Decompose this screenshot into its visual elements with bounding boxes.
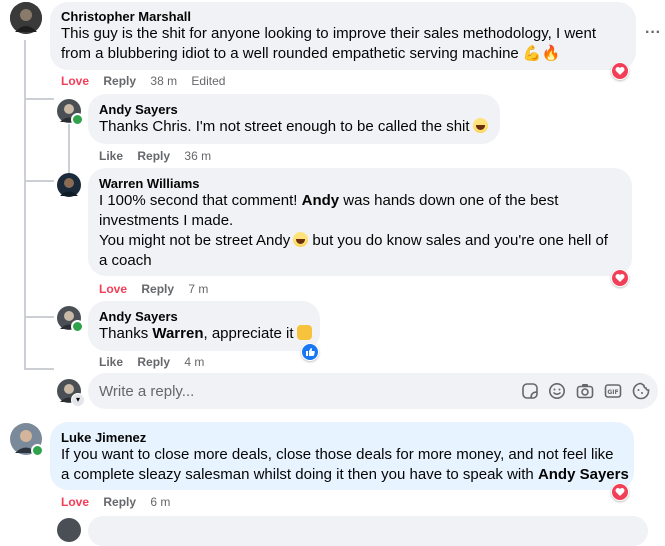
thread-branch: [24, 316, 54, 318]
comment-text-line: a coach: [99, 252, 152, 269]
fist-emoji-icon: [296, 325, 312, 340]
mention[interactable]: Warren: [152, 325, 203, 342]
comment-actions: Like Reply 4 m: [99, 355, 215, 369]
timestamp[interactable]: 4 m: [184, 355, 204, 369]
love-button[interactable]: Love: [61, 74, 89, 88]
comment-text-line: I 100% second that comment! Andy was han…: [99, 192, 559, 209]
like-button[interactable]: Like: [99, 355, 123, 369]
avatar[interactable]: [10, 423, 44, 457]
online-status-dot: [71, 320, 84, 333]
comment-author[interactable]: Luke Jimenez: [61, 430, 146, 445]
thread-line: [24, 40, 26, 370]
avatar[interactable]: [57, 518, 81, 542]
online-status-dot: [71, 113, 84, 126]
comment-text: This guy is the shit for anyone looking …: [61, 24, 631, 64]
avatar-sticker-icon[interactable]: [632, 382, 650, 404]
comment-actions: Love Reply 6 m: [61, 495, 181, 509]
comment-text-line: investments I made.: [99, 212, 234, 229]
comment-text-line: You might not be street Andy but you do …: [99, 232, 608, 249]
laughing-emoji-icon: [293, 232, 309, 247]
comment-text-line: from a blubbering idiot to a well rounde…: [61, 45, 561, 62]
comment-author[interactable]: Andy Sayers: [99, 102, 178, 117]
like-reaction-icon[interactable]: [301, 343, 319, 361]
timestamp[interactable]: 7 m: [188, 282, 208, 296]
comment-text-line: a complete sleazy salesman whilst doing …: [61, 466, 629, 483]
thread-branch: [24, 368, 54, 370]
comment-text-line: This guy is the shit for anyone looking …: [61, 25, 596, 42]
love-reaction-icon[interactable]: [611, 62, 629, 80]
comment-author[interactable]: Andy Sayers: [99, 309, 178, 324]
edited-label: Edited: [191, 74, 226, 88]
timestamp[interactable]: 36 m: [184, 149, 211, 163]
comment-text: Thanks Chris. I'm not street enough to b…: [99, 117, 488, 137]
love-button[interactable]: Love: [99, 282, 127, 296]
comment-text: I 100% second that comment! Andy was han…: [99, 191, 629, 271]
comment-bubble: [88, 516, 648, 546]
emoji-icon[interactable]: [548, 382, 566, 404]
thread-branch: [24, 98, 54, 100]
comment-author[interactable]: Christopher Marshall: [61, 9, 191, 24]
reply-button[interactable]: Reply: [141, 282, 174, 296]
comment-text-content: Thanks Chris. I'm not street enough to b…: [99, 118, 470, 135]
gif-icon[interactable]: GIF: [604, 382, 622, 404]
comment-actions: Like Reply 36 m: [99, 149, 222, 163]
more-icon[interactable]: ···: [645, 24, 661, 42]
avatar[interactable]: [57, 173, 81, 197]
svg-text:GIF: GIF: [607, 389, 618, 396]
comment-text-line: If you want to close more deals, close t…: [61, 446, 614, 463]
sticker-icon[interactable]: [521, 382, 539, 404]
timestamp[interactable]: 38 m: [150, 74, 177, 88]
comment-actions: Love Reply 7 m: [99, 282, 219, 296]
mention[interactable]: Andy Sayers: [538, 466, 629, 483]
reply-button[interactable]: Reply: [103, 74, 136, 88]
nested-thread-line: [68, 124, 70, 176]
reply-input[interactable]: Write a reply...: [99, 383, 194, 400]
reply-button[interactable]: Reply: [137, 355, 170, 369]
comment-actions: Love Reply 38 m Edited: [61, 74, 236, 88]
love-button[interactable]: Love: [61, 495, 89, 509]
avatar[interactable]: [57, 99, 84, 126]
reply-button[interactable]: Reply: [137, 149, 170, 163]
current-user-avatar[interactable]: ▾: [57, 379, 85, 407]
reply-button[interactable]: Reply: [103, 495, 136, 509]
comment-text: If you want to close more deals, close t…: [61, 445, 631, 485]
timestamp[interactable]: 6 m: [150, 495, 170, 509]
online-status-dot: [31, 444, 44, 457]
avatar[interactable]: [10, 2, 42, 34]
camera-icon[interactable]: [576, 382, 594, 404]
mention[interactable]: Andy: [302, 192, 340, 209]
chevron-down-icon[interactable]: ▾: [71, 393, 85, 407]
comment-text: Thanks Warren, appreciate it: [99, 324, 312, 344]
love-reaction-icon[interactable]: [611, 269, 629, 287]
comment-author[interactable]: Warren Williams: [99, 176, 200, 191]
avatar-image: [10, 2, 42, 34]
laughing-emoji-icon: [472, 118, 488, 133]
avatar[interactable]: [57, 306, 84, 333]
like-button[interactable]: Like: [99, 149, 123, 163]
thread-branch: [24, 180, 54, 182]
love-reaction-icon[interactable]: [611, 483, 629, 501]
avatar-image: [57, 173, 81, 197]
